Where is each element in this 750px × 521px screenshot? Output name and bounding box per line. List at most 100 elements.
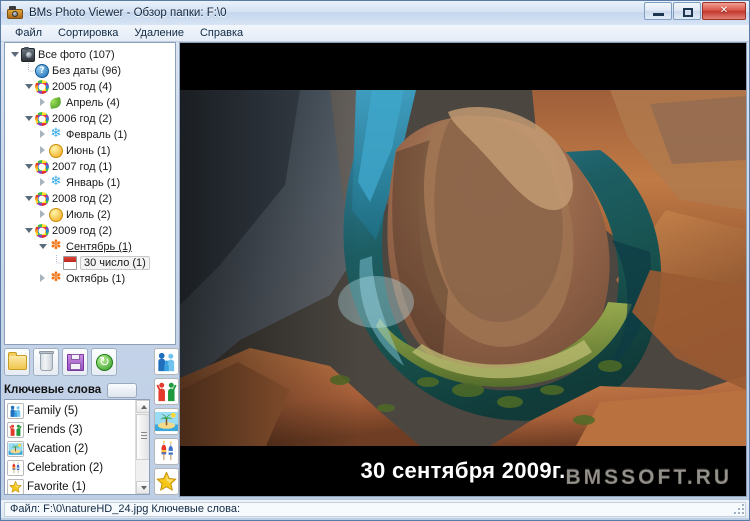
expand-arrow-closed-icon[interactable] bbox=[37, 127, 48, 143]
maple-icon bbox=[49, 239, 63, 254]
tree-node[interactable]: ? Без даты (96) bbox=[9, 63, 173, 79]
expand-arrow-closed-icon[interactable] bbox=[37, 143, 48, 159]
star-icon bbox=[7, 478, 24, 494]
save-button[interactable] bbox=[62, 348, 88, 376]
minimize-button[interactable] bbox=[644, 2, 672, 20]
palm-island-icon bbox=[155, 410, 178, 434]
folder-icon bbox=[8, 352, 27, 370]
tree-node[interactable]: 2006 год (2) bbox=[9, 111, 173, 127]
horseshoe-bend-canyon-photo bbox=[180, 90, 746, 446]
scroll-down-arrow-icon[interactable] bbox=[136, 481, 149, 494]
scrollbar-thumb[interactable] bbox=[136, 414, 149, 460]
tree-node[interactable]: 30 число (1) bbox=[9, 255, 173, 271]
close-icon: ✕ bbox=[719, 5, 729, 16]
expand-arrow-closed-icon[interactable] bbox=[37, 207, 48, 223]
expand-arrow-open-icon[interactable] bbox=[23, 159, 34, 175]
list-item[interactable]: Family (5) bbox=[6, 401, 135, 420]
tree-node[interactable]: 2008 год (2) bbox=[9, 191, 173, 207]
tree-node[interactable]: Сентябрь (1) bbox=[9, 239, 173, 255]
expand-arrow-open-icon[interactable] bbox=[23, 79, 34, 95]
menu-bar: Файл Сортировка Удаление Справка bbox=[1, 25, 749, 42]
expand-arrow-closed-icon[interactable] bbox=[37, 271, 48, 287]
window-controls: ✕ bbox=[644, 2, 746, 20]
menu-item-1[interactable]: Файл bbox=[7, 26, 50, 40]
keywords-header: Ключевые слова bbox=[4, 382, 150, 398]
refresh-button[interactable] bbox=[91, 348, 117, 376]
toolbar bbox=[4, 348, 150, 380]
menu-item-4[interactable]: Справка bbox=[192, 26, 251, 40]
ring-icon bbox=[35, 80, 49, 94]
list-item[interactable]: Celebration (2) bbox=[6, 458, 135, 477]
menu-item-2[interactable]: Сортировка bbox=[50, 26, 126, 40]
star-icon bbox=[155, 470, 178, 494]
palm-island-icon bbox=[7, 440, 24, 457]
family-tag-button[interactable] bbox=[154, 348, 179, 375]
maximize-button[interactable] bbox=[673, 2, 701, 20]
tree-node-label: 2009 год (2) bbox=[52, 225, 113, 237]
tree-node-label: Июнь (1) bbox=[66, 145, 111, 157]
keywords-list[interactable]: Family (5) Friends (3) Vacation (2) Celebra… bbox=[4, 399, 150, 495]
family-icon bbox=[7, 402, 24, 419]
menu-item-3[interactable]: Удаление bbox=[126, 26, 192, 40]
snowflake-icon bbox=[49, 127, 63, 142]
tree-node-label: Январь (1) bbox=[66, 177, 121, 189]
leaf-icon bbox=[49, 96, 63, 110]
status-bar: Файл: F:\0\natureHD_24.jpg Ключевые слов… bbox=[1, 499, 749, 518]
tree-node[interactable]: Февраль (1) bbox=[9, 127, 173, 143]
favorite-tag-button[interactable] bbox=[154, 468, 179, 495]
keywords-scrollbar[interactable] bbox=[135, 400, 149, 494]
expand-arrow-open-icon[interactable] bbox=[23, 111, 34, 127]
sun-icon bbox=[49, 208, 63, 222]
status-text: Файл: F:\0\natureHD_24.jpg Ключевые слов… bbox=[4, 501, 746, 517]
expand-arrow-open-icon[interactable] bbox=[9, 47, 20, 63]
photo-caption: 30 сентября 2009г. bbox=[360, 458, 566, 483]
ring-icon bbox=[35, 192, 49, 206]
friends-tag-button[interactable] bbox=[154, 378, 179, 405]
tree-node-label: Февраль (1) bbox=[66, 129, 128, 141]
list-item[interactable]: Favorite (1) bbox=[6, 477, 135, 494]
close-button[interactable]: ✕ bbox=[702, 2, 746, 20]
tree-node[interactable]: 2009 год (2) bbox=[9, 223, 173, 239]
camera-icon bbox=[21, 47, 35, 62]
tree-node[interactable]: Апрель (4) bbox=[9, 95, 173, 111]
list-item[interactable]: Friends (3) bbox=[6, 420, 135, 439]
vacation-tag-button[interactable] bbox=[154, 408, 179, 435]
ring-icon bbox=[35, 112, 49, 126]
calendar-icon bbox=[63, 256, 77, 270]
tree-node-label: Сентябрь (1) bbox=[66, 241, 132, 253]
tree-node[interactable]: Октябрь (1) bbox=[9, 271, 173, 287]
list-item[interactable]: Vacation (2) bbox=[6, 439, 135, 458]
question-icon: ? bbox=[35, 64, 49, 78]
keyword-label: Celebration (2) bbox=[27, 461, 104, 474]
add-keyword-button[interactable] bbox=[107, 382, 138, 398]
keyword-label: Family (5) bbox=[27, 404, 79, 417]
photo-viewer[interactable]: BMSSOFT.RU 30 сентября 2009г. bbox=[179, 42, 747, 497]
expand-arrow-open-icon[interactable] bbox=[23, 223, 34, 239]
expand-arrow-closed-icon[interactable] bbox=[37, 175, 48, 191]
title-bar[interactable]: BMs Photo Viewer - Обзор папки: F:\0 ✕ bbox=[1, 1, 749, 25]
open-folder-button[interactable] bbox=[4, 348, 30, 376]
refresh-icon bbox=[96, 354, 113, 371]
tree-node[interactable]: 2007 год (1) bbox=[9, 159, 173, 175]
left-panel: Все фото (107)? Без даты (96) 2005 год (4)… bbox=[4, 42, 179, 497]
tree-node[interactable]: 2005 год (4) bbox=[9, 79, 173, 95]
tree-node[interactable]: Все фото (107) bbox=[9, 47, 173, 63]
expand-arrow-open-icon[interactable] bbox=[23, 191, 34, 207]
scroll-up-arrow-icon[interactable] bbox=[136, 400, 149, 413]
snowflake-icon bbox=[49, 175, 63, 190]
ring-icon bbox=[35, 160, 49, 174]
date-tree: Все фото (107)? Без даты (96) 2005 год (4)… bbox=[5, 43, 175, 287]
resize-grip[interactable] bbox=[733, 503, 747, 517]
keyword-label: Favorite (1) bbox=[27, 480, 86, 493]
expand-arrow-closed-icon[interactable] bbox=[37, 95, 48, 111]
expand-arrow-open-icon[interactable] bbox=[37, 239, 48, 255]
window-title: BMs Photo Viewer - Обзор папки: F:\0 bbox=[29, 7, 227, 19]
main-content: Все фото (107)? Без даты (96) 2005 год (4)… bbox=[1, 42, 749, 497]
tree-node[interactable]: Июль (2) bbox=[9, 207, 173, 223]
maple-icon bbox=[49, 271, 63, 286]
tree-node[interactable]: Январь (1) bbox=[9, 175, 173, 191]
date-tree-panel[interactable]: Все фото (107)? Без даты (96) 2005 год (4)… bbox=[4, 42, 176, 345]
tree-node[interactable]: Июнь (1) bbox=[9, 143, 173, 159]
delete-button[interactable] bbox=[33, 348, 59, 376]
celebration-tag-button[interactable] bbox=[154, 438, 179, 465]
